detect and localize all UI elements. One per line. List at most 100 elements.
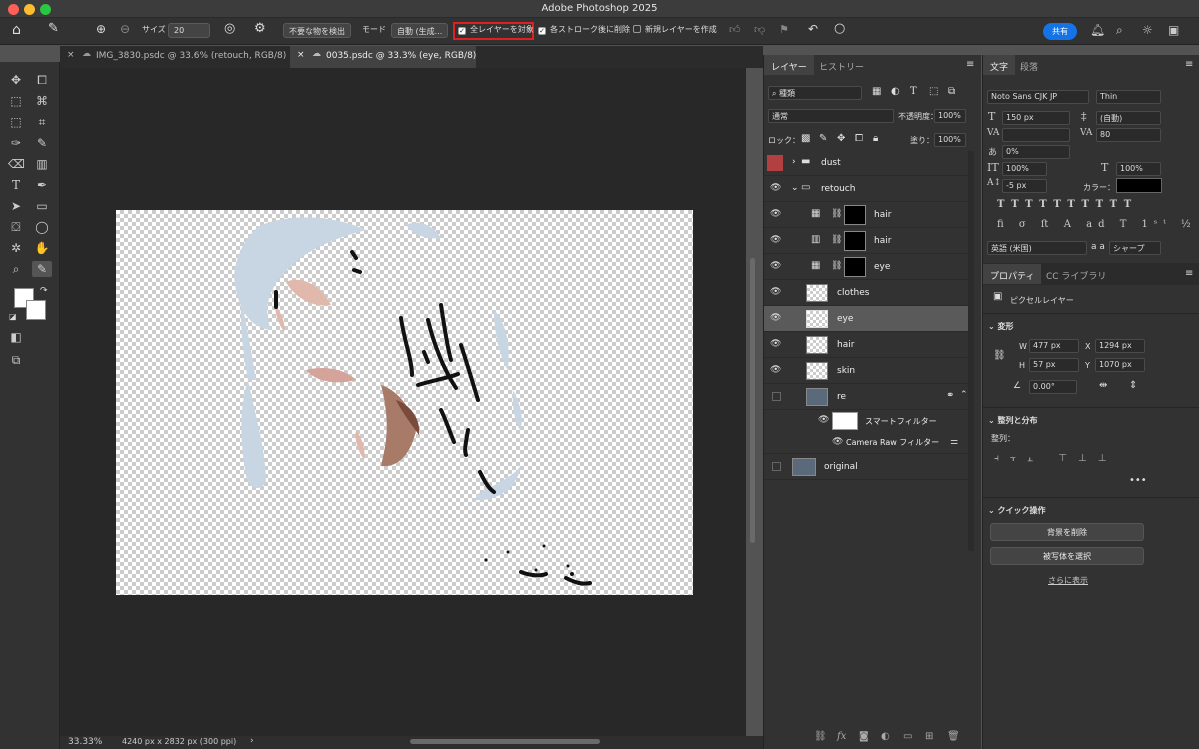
add-mask-icon[interactable]: ◙ — [859, 731, 869, 742]
chevron-down-icon[interactable]: ⌄ — [791, 183, 799, 193]
lock-pixels-icon[interactable]: ✎ — [819, 133, 827, 144]
search-icon[interactable]: ⌕ — [1116, 23, 1123, 38]
panel-menu-icon[interactable]: ≡ — [1185, 59, 1193, 70]
eye-icon[interactable]: 👁︎ — [770, 209, 782, 219]
width-field[interactable]: 477 px — [1029, 339, 1079, 353]
language-select[interactable]: 英語 (米国) — [987, 241, 1087, 255]
zoom-level[interactable]: 33.33% — [68, 737, 102, 747]
font-family-select[interactable]: Noto Sans CJK JP — [987, 90, 1089, 104]
ellipse-tool-icon[interactable]: ◯ — [34, 219, 50, 235]
mode-select[interactable]: 自動 (生成... — [391, 23, 448, 38]
show-more-link[interactable]: さらに表示 — [1048, 575, 1088, 586]
chevron-right-icon[interactable]: › — [250, 736, 254, 746]
blend-mode-select[interactable]: 通常 — [768, 109, 894, 123]
trash-icon[interactable]: 🗑︎ — [947, 731, 960, 742]
workspace-icon[interactable]: ▣ — [1168, 23, 1179, 37]
sample-all-layers-checkbox[interactable]: ✓ 全レイヤーを対象 — [458, 24, 534, 35]
home-icon[interactable]: ⌂ — [12, 22, 21, 38]
eyedropper-tool-icon[interactable]: ✑ — [8, 135, 24, 151]
path-select-tool-icon[interactable]: ➤ — [8, 198, 24, 214]
text-color-swatch[interactable] — [1116, 178, 1162, 193]
layer-row[interactable]: 👁︎ clothes — [764, 280, 968, 306]
filter-type-icon[interactable]: T — [910, 86, 917, 97]
font-size-field[interactable]: 150 px — [1002, 111, 1070, 125]
panel-menu-icon[interactable]: ≡ — [1185, 268, 1193, 279]
lock-transparent-icon[interactable]: ▩ — [801, 133, 810, 144]
eye-icon[interactable]: 👁︎ — [832, 437, 844, 447]
thumbs-up-icon[interactable]: 👍︎ — [729, 23, 741, 36]
visibility-off-icon[interactable] — [772, 462, 781, 471]
brush-add-icon[interactable]: ⊕ — [96, 22, 106, 36]
more-icon[interactable]: ••• — [1129, 475, 1147, 486]
quick-mask-icon[interactable]: ◧ — [8, 329, 24, 345]
brush-tool-icon[interactable]: ✎ — [34, 135, 50, 151]
layer-row[interactable]: 👁︎ スマートフィルター — [764, 410, 968, 432]
zoom-tool-icon[interactable]: ⌕ — [8, 261, 24, 277]
mask-thumbnail[interactable] — [844, 205, 866, 225]
tab-character[interactable]: 文字 — [983, 55, 1016, 75]
eraser-tool-icon[interactable]: ⌫ — [8, 156, 25, 172]
leading-field[interactable]: (自動) — [1096, 111, 1161, 125]
tab-layers[interactable]: レイヤー — [764, 55, 814, 75]
lightbulb-icon[interactable]: ☼ — [1142, 23, 1153, 37]
quick-actions-section[interactable]: ⌄ クイック操作 — [988, 505, 1046, 516]
close-icon[interactable]: × — [67, 50, 75, 60]
layer-row[interactable]: 👁︎ ⌄ ▭ retouch — [764, 176, 968, 202]
new-layer-checkbox[interactable]: 新規レイヤーを作成 — [633, 24, 717, 35]
crop-tool-icon[interactable]: ⌗ — [34, 114, 50, 130]
align-section[interactable]: ⌄ 整列と分布 — [988, 415, 1038, 426]
tab-cc-libraries[interactable]: CC ライブラリ — [1039, 264, 1113, 284]
layer-row[interactable]: 👁︎ ▦ ⛓ hair — [764, 202, 968, 228]
filter-adjustment-icon[interactable]: ◐ — [891, 86, 900, 97]
layer-row[interactable]: 👁︎ ▥ ⛓ hair — [764, 228, 968, 254]
antialias-select[interactable]: シャープ — [1109, 241, 1161, 255]
object-select-tool-icon[interactable]: ⬚ — [8, 114, 24, 130]
size-field[interactable]: 20 — [168, 23, 210, 38]
flip-vertical-icon[interactable]: ⇕ — [1129, 380, 1137, 391]
layer-filter-select[interactable]: ⌕ 種類 — [768, 86, 862, 100]
angle-field[interactable]: 0.00° — [1029, 380, 1077, 394]
share-button[interactable]: 共有 — [1043, 23, 1077, 40]
lasso-tool-icon[interactable]: ⌘ — [34, 93, 50, 109]
chevron-right-icon[interactable]: › — [792, 157, 796, 167]
gradient-tool-icon[interactable]: ▥ — [34, 156, 50, 172]
opacity-field[interactable]: 100% — [934, 109, 966, 123]
eye-icon[interactable]: 👁︎ — [770, 261, 782, 271]
rectangle-tool-icon[interactable]: ▭ — [34, 198, 50, 214]
visibility-off-icon[interactable] — [767, 155, 783, 171]
new-layer-icon[interactable]: ⊞ — [925, 731, 933, 742]
chevron-up-icon[interactable]: ⌃ — [960, 390, 968, 400]
visibility-off-icon[interactable] — [772, 392, 781, 401]
remove-tool-icon[interactable]: ✎ — [48, 21, 59, 36]
link-icon[interactable]: ⛓ — [993, 350, 1006, 361]
layer-row[interactable]: 👁︎ ▦ ⛓ eye — [764, 254, 968, 280]
lock-artboard-icon[interactable]: ⧠ — [855, 133, 863, 144]
filter-pixel-icon[interactable]: ▦ — [872, 86, 881, 97]
eye-icon[interactable]: 👁︎ — [770, 183, 782, 193]
select-subject-button[interactable]: 被写体を選択 — [990, 547, 1144, 565]
adjustment-layer-icon[interactable]: ◐ — [881, 731, 890, 742]
hand-tool-icon[interactable]: ✋ — [34, 240, 50, 256]
brush-subtract-icon[interactable]: ⊖ — [120, 22, 130, 36]
background-color-swatch[interactable] — [26, 300, 46, 320]
type-tool-icon[interactable]: T — [8, 177, 24, 193]
default-colors-icon[interactable]: ◪ — [9, 312, 17, 321]
kerning-field[interactable] — [1002, 128, 1070, 142]
filter-smart-icon[interactable]: ⧉ — [948, 86, 955, 97]
lock-all-icon[interactable]: 🔒︎ — [873, 133, 878, 144]
flag-icon[interactable]: ⚑ — [779, 23, 789, 36]
tab-paragraph[interactable]: 段落 — [1013, 55, 1045, 75]
mask-thumbnail[interactable] — [844, 231, 866, 251]
layers-scrollbar[interactable] — [968, 151, 974, 551]
vertical-scale-field[interactable]: 100% — [1002, 162, 1047, 176]
bell-icon[interactable]: 🔔︎ — [1090, 23, 1105, 37]
layer-row[interactable]: 👁︎ hair — [764, 332, 968, 358]
horizontal-scrollbar[interactable] — [410, 739, 600, 744]
baseline-shift-field[interactable]: -5 px — [1002, 179, 1047, 193]
tab-history[interactable]: ヒストリー — [812, 55, 871, 75]
y-field[interactable]: 1070 px — [1095, 358, 1145, 372]
filter-mask-thumbnail[interactable] — [832, 412, 858, 430]
remove-tool-active-icon[interactable]: ✎ — [32, 261, 52, 277]
panel-menu-icon[interactable]: ≡ — [966, 59, 974, 70]
screen-mode-icon[interactable]: ⧉ — [8, 352, 24, 368]
